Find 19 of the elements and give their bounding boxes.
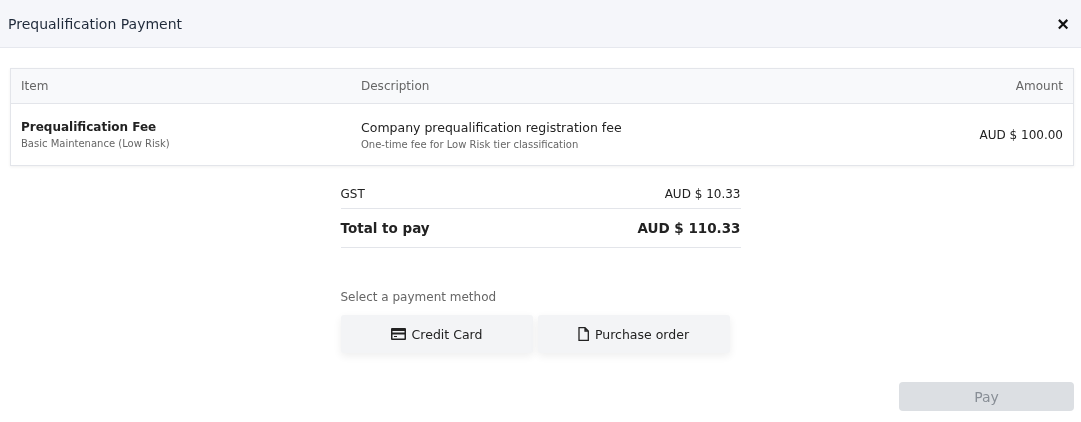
document-icon (577, 327, 589, 341)
item-name: Prequalification Fee (21, 120, 158, 134)
summary-value: AUD $ 10.33 (664, 187, 741, 201)
description-detail: One-time fee for Low Risk tier classification (361, 138, 580, 150)
close-button[interactable]: × (1055, 13, 1071, 34)
amount-cell: AUD $ 100.00 (979, 127, 1063, 142)
column-header: Item (21, 79, 50, 93)
item-detail: Basic Maintenance (Low Risk) (21, 138, 171, 149)
payment-method-button[interactable]: Purchase order (537, 315, 730, 353)
column-header: Description (361, 79, 431, 93)
payment-method-label: Select a payment method (340, 290, 498, 304)
description-text: Company prequalification registration fee (361, 119, 623, 135)
summary-label: Total to pay (340, 220, 430, 236)
summary-value: AUD $ 110.33 (637, 220, 741, 236)
payment-method-button[interactable]: Credit Card (340, 315, 533, 353)
credit-card-icon (390, 328, 406, 340)
column-header: Amount (1015, 79, 1063, 93)
window-title: Prequalification Payment (8, 15, 183, 32)
summary-label: GST (340, 187, 365, 201)
